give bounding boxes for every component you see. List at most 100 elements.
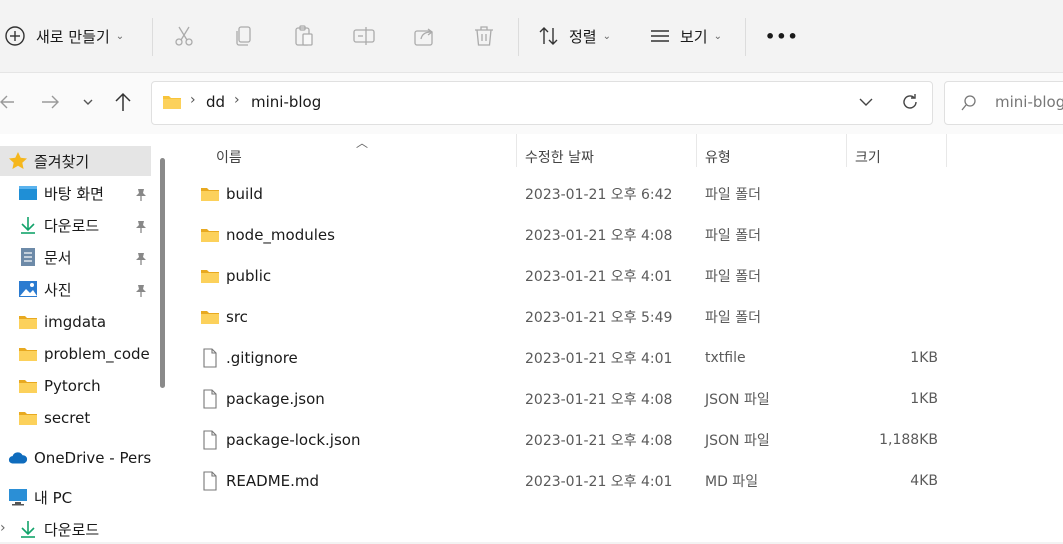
more-icon: ••• [765,26,799,46]
pictures-icon [18,279,38,299]
sidebar-item-this-pc[interactable]: 내 PC [8,482,72,512]
column-header-label: 크기 [855,150,881,166]
file-name: package-lock.json [226,430,361,449]
sidebar-item-downloads[interactable]: 다운로드 [18,210,99,240]
sidebar-item-secret[interactable]: secret [18,403,90,433]
table-row[interactable]: package.json 2023-01-21 오후 4:08 JSON 파일 … [174,378,1063,419]
sidebar-item-favorites[interactable]: 즐겨찾기 [0,146,151,176]
table-row[interactable]: src 2023-01-21 오후 5:49 파일 폴더 [174,296,1063,337]
file-size: 1KB [910,390,938,407]
folder-icon [201,270,219,283]
sidebar-item-documents[interactable]: 문서 [18,242,72,272]
new-button[interactable]: 새로 만들기 ⌄ [4,18,124,54]
column-header-size[interactable]: 크기 [855,142,881,172]
file-name: build [226,184,263,203]
sidebar-item-problem-code[interactable]: problem_code [18,339,150,369]
column-divider[interactable] [846,134,847,167]
chevron-down-icon: ⌄ [602,30,611,42]
pin-icon[interactable] [134,220,148,234]
desktop-icon [18,183,38,203]
sidebar-item-pictures[interactable]: 사진 [18,274,72,304]
file-size [854,173,938,214]
column-divider[interactable] [946,134,947,167]
file-type: 파일 폴더 [705,227,761,244]
file-date: 2023-01-21 오후 6:42 [525,186,673,203]
chevron-down-icon: ⌄ [713,30,722,42]
table-row[interactable]: node_modules 2023-01-21 오후 4:08 파일 폴더 [174,214,1063,255]
chevron-right-icon: › [234,92,240,108]
table-row[interactable]: public 2023-01-21 오후 4:01 파일 폴더 [174,255,1063,296]
file-size: 1KB [910,349,938,366]
sidebar-item-imgdata[interactable]: imgdata [18,307,106,337]
copy-button[interactable] [232,18,256,54]
more-options-button[interactable]: ••• [765,18,799,54]
divider [518,18,519,56]
sidebar-scrollbar-thumb[interactable] [160,158,165,388]
column-header-type[interactable]: 유형 [705,142,731,172]
sidebar-item-label: 문서 [44,248,72,267]
file-date: 2023-01-21 오후 4:01 [525,473,673,490]
breadcrumb-mini-blog[interactable]: mini-blog [251,93,321,111]
column-header-name[interactable]: 이름 [216,142,242,172]
folder-icon [18,344,38,364]
sidebar-item-label: 내 PC [34,488,73,507]
table-row[interactable]: package-lock.json 2023-01-21 오후 4:08 JSO… [174,419,1063,460]
paste-button[interactable] [292,18,316,54]
file-name: src [226,307,248,326]
chevron-down-icon [859,98,873,106]
folder-icon [201,188,219,201]
share-button[interactable] [412,18,436,54]
breadcrumb-dd[interactable]: dd [206,93,225,111]
sidebar-item-label: imgdata [44,313,107,331]
file-date: 2023-01-21 오후 4:08 [525,391,673,408]
sidebar-item-label: 사진 [44,280,72,299]
column-divider[interactable] [696,134,697,167]
table-row[interactable]: build 2023-01-21 오후 6:42 파일 폴더 [174,173,1063,214]
recent-locations-button[interactable] [80,92,96,112]
sidebar-item-pc-downloads[interactable]: 다운로드 [18,514,99,544]
folder-icon [18,408,38,428]
column-divider[interactable] [516,134,517,167]
sidebar-item-onedrive[interactable]: OneDrive - Perso [8,443,160,473]
navigation-bar: › dd › mini-blog mini-blog [0,72,1063,135]
pin-icon[interactable] [134,284,148,298]
download-icon [18,519,38,539]
cut-button[interactable] [172,18,196,54]
view-lines-icon [651,30,669,42]
address-bar[interactable]: › dd › mini-blog [151,81,933,125]
file-size: 4KB [910,472,938,489]
expand-chevron-icon[interactable]: › [0,520,6,536]
pin-icon[interactable] [134,188,148,202]
column-header-date[interactable]: 수정한 날짜 [525,142,594,172]
table-row[interactable]: README.md 2023-01-21 오후 4:01 MD 파일 4KB [174,460,1063,501]
download-icon [18,215,38,235]
sort-button[interactable]: 정렬 ⌄ [538,18,611,54]
trash-icon [475,26,493,46]
address-history-button[interactable] [858,94,874,110]
new-button-label: 새로 만들기 [36,27,110,46]
scissors-icon [175,26,193,46]
back-button[interactable] [0,92,16,112]
search-box[interactable]: mini-blog [944,81,1063,125]
rename-button[interactable] [352,18,376,54]
file-list: ︿ 이름 수정한 날짜 유형 크기 build 2023-01-21 오후 6:… [174,134,1063,542]
sidebar-item-label: 바탕 화면 [44,184,104,203]
file-icon [203,471,217,491]
sidebar-item-pytorch[interactable]: Pytorch [18,371,101,401]
pin-icon[interactable] [134,252,148,266]
delete-button[interactable] [472,18,496,54]
arrow-right-icon [42,95,59,109]
sidebar-item-label: OneDrive - Perso [34,449,161,467]
view-button[interactable]: 보기 ⌄ [649,18,722,54]
forward-button[interactable] [40,92,60,112]
computer-icon [8,487,28,507]
refresh-button[interactable] [900,92,920,112]
view-button-label: 보기 [680,27,708,46]
sidebar-item-label: 즐겨찾기 [34,152,90,171]
up-button[interactable] [112,91,134,113]
table-row[interactable]: .gitignore 2023-01-21 오후 4:01 txtfile 1K… [174,337,1063,378]
file-date: 2023-01-21 오후 4:08 [525,432,673,449]
folder-icon [201,229,219,242]
plus-circle-icon [5,26,25,46]
sidebar-item-desktop[interactable]: 바탕 화면 [18,178,104,208]
